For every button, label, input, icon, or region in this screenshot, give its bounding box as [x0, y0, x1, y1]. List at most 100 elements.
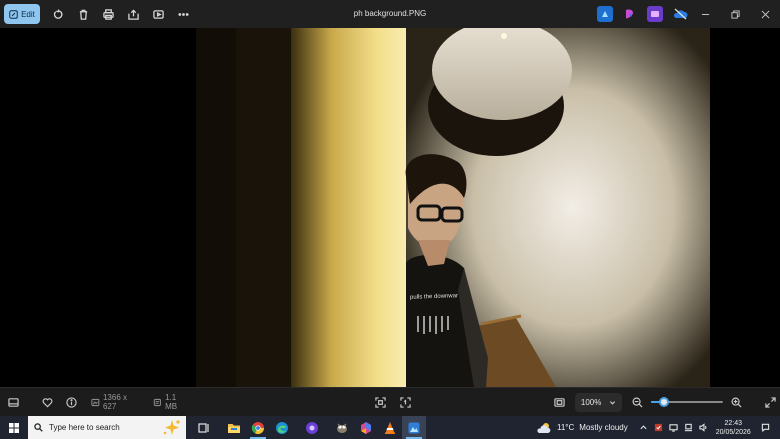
- edit-button-label: Edit: [21, 9, 35, 19]
- taskbar-file-explorer[interactable]: [222, 416, 246, 439]
- file-size: 1.1 MB: [153, 393, 189, 411]
- more-icon: [177, 12, 189, 16]
- close-button[interactable]: [750, 0, 780, 28]
- speaker-icon: [699, 423, 707, 432]
- show-hidden-icons-button[interactable]: [638, 421, 650, 435]
- image-viewer-canvas[interactable]: pulls the downwar: [0, 28, 780, 387]
- tray-volume-icon[interactable]: [698, 421, 710, 435]
- cloudy-weather-icon: [537, 422, 551, 433]
- close-icon: [761, 10, 769, 18]
- windows-logo-icon: [9, 422, 19, 433]
- zoom-out-icon: [632, 397, 643, 408]
- fit-to-window-button[interactable]: [549, 392, 568, 412]
- clock-time: 22:43: [724, 419, 743, 427]
- tray-network-icon[interactable]: [683, 421, 695, 435]
- zoom-level-dropdown[interactable]: 100%: [574, 392, 622, 412]
- search-highlight-sparkle-icon: [163, 420, 180, 435]
- maximize-button[interactable]: [720, 0, 750, 28]
- file-size-text: 1.1 MB: [165, 393, 178, 411]
- start-button[interactable]: [0, 416, 28, 439]
- taskbar-chrome[interactable]: [246, 416, 270, 439]
- search-icon: [34, 423, 43, 432]
- folder-icon: [228, 423, 240, 433]
- photos-app-icon: [408, 422, 420, 433]
- slideshow-button[interactable]: [148, 4, 168, 24]
- notification-icon: [762, 423, 770, 432]
- rotate-icon: [53, 8, 62, 19]
- tray-display-icon[interactable]: [668, 421, 680, 435]
- zoom-out-button[interactable]: [628, 392, 647, 412]
- related-apps: [597, 6, 688, 22]
- taskbar-vlc[interactable]: [378, 416, 402, 439]
- edge-icon: [276, 421, 288, 434]
- weather-description: Mostly cloudy: [579, 423, 628, 432]
- delete-button[interactable]: [73, 4, 93, 24]
- onedrive-offline-icon[interactable]: [672, 6, 688, 22]
- taskbar-edge[interactable]: [270, 416, 294, 439]
- zoom-slider[interactable]: [651, 396, 724, 408]
- full-screen-button[interactable]: [761, 392, 780, 412]
- zoom-in-icon: [731, 397, 742, 408]
- windows-taskbar: Type here to search 11°C Mostly cloudy 2…: [0, 416, 780, 439]
- system-tray: [638, 421, 710, 435]
- task-view-button[interactable]: [192, 416, 216, 439]
- toolbar: Edit ph background.PNG: [0, 0, 780, 28]
- actual-size-icon: [400, 396, 411, 408]
- fit-window-icon: [554, 397, 565, 407]
- vlc-cone-icon: [385, 421, 395, 434]
- restore-icon: [730, 9, 740, 19]
- weather-widget[interactable]: 11°C Mostly cloudy: [536, 422, 628, 434]
- more-options-button[interactable]: [173, 4, 193, 24]
- zoom-slider-thumb[interactable]: [659, 397, 670, 407]
- photo-editor-app-icon[interactable]: [597, 6, 613, 22]
- clipchamp-app-icon[interactable]: [622, 6, 638, 22]
- share-icon: [127, 8, 139, 20]
- edit-button[interactable]: Edit: [4, 4, 40, 24]
- taskbar-microsoft-365[interactable]: [354, 416, 378, 439]
- dimensions-text: 1366 x 627: [102, 393, 128, 411]
- rotate-button[interactable]: [48, 4, 68, 24]
- gimp-icon: [337, 423, 347, 433]
- purple-app-icon: [306, 421, 318, 434]
- tray-app-icon[interactable]: [653, 421, 665, 435]
- print-button[interactable]: [98, 4, 118, 24]
- crop-to-fit-button[interactable]: [371, 392, 390, 412]
- favorite-button[interactable]: [37, 392, 56, 412]
- filmstrip-toggle-button[interactable]: [4, 392, 23, 412]
- search-placeholder: Type here to search: [49, 423, 120, 432]
- taskbar-photos[interactable]: [402, 416, 426, 439]
- window-controls: [690, 0, 780, 28]
- file-info-button[interactable]: [62, 392, 81, 412]
- fit-frame-icon: [375, 396, 386, 408]
- zoom-level-value: 100%: [580, 397, 602, 407]
- taskbar-search-box[interactable]: Type here to search: [28, 416, 186, 439]
- zoom-in-button[interactable]: [727, 392, 746, 412]
- expand-icon: [765, 396, 776, 408]
- slideshow-icon: [152, 9, 164, 19]
- taskbar-gimp[interactable]: [330, 416, 354, 439]
- video-editor-app-icon[interactable]: [647, 6, 663, 22]
- chrome-icon: [251, 421, 264, 434]
- actual-size-button[interactable]: [396, 392, 415, 412]
- status-bar: 1366 x 627 1.1 MB 100%: [0, 387, 780, 416]
- image-dimensions: 1366 x 627: [91, 393, 141, 411]
- edit-icon: [9, 9, 18, 19]
- minimize-icon: [701, 13, 709, 15]
- share-button[interactable]: [123, 4, 143, 24]
- displayed-photo[interactable]: pulls the downwar: [196, 28, 710, 387]
- clock-date: 20/05/2026: [715, 428, 751, 436]
- photo-illustration: [196, 28, 710, 387]
- notification-center-button[interactable]: [759, 416, 773, 439]
- microsoft-365-icon: [361, 421, 371, 434]
- taskbar-clock[interactable]: 22:43 20/05/2026: [716, 419, 751, 437]
- tray-checkbox-icon: [655, 423, 663, 432]
- info-icon: [66, 396, 77, 408]
- print-icon: [102, 8, 114, 20]
- chevron-down-icon: [609, 400, 615, 405]
- taskbar-app-purple[interactable]: [300, 416, 324, 439]
- delete-icon: [79, 9, 87, 20]
- minimize-button[interactable]: [690, 0, 720, 28]
- heart-icon: [42, 397, 53, 407]
- weather-temperature: 11°C: [557, 423, 575, 432]
- monitor-icon: [669, 424, 678, 432]
